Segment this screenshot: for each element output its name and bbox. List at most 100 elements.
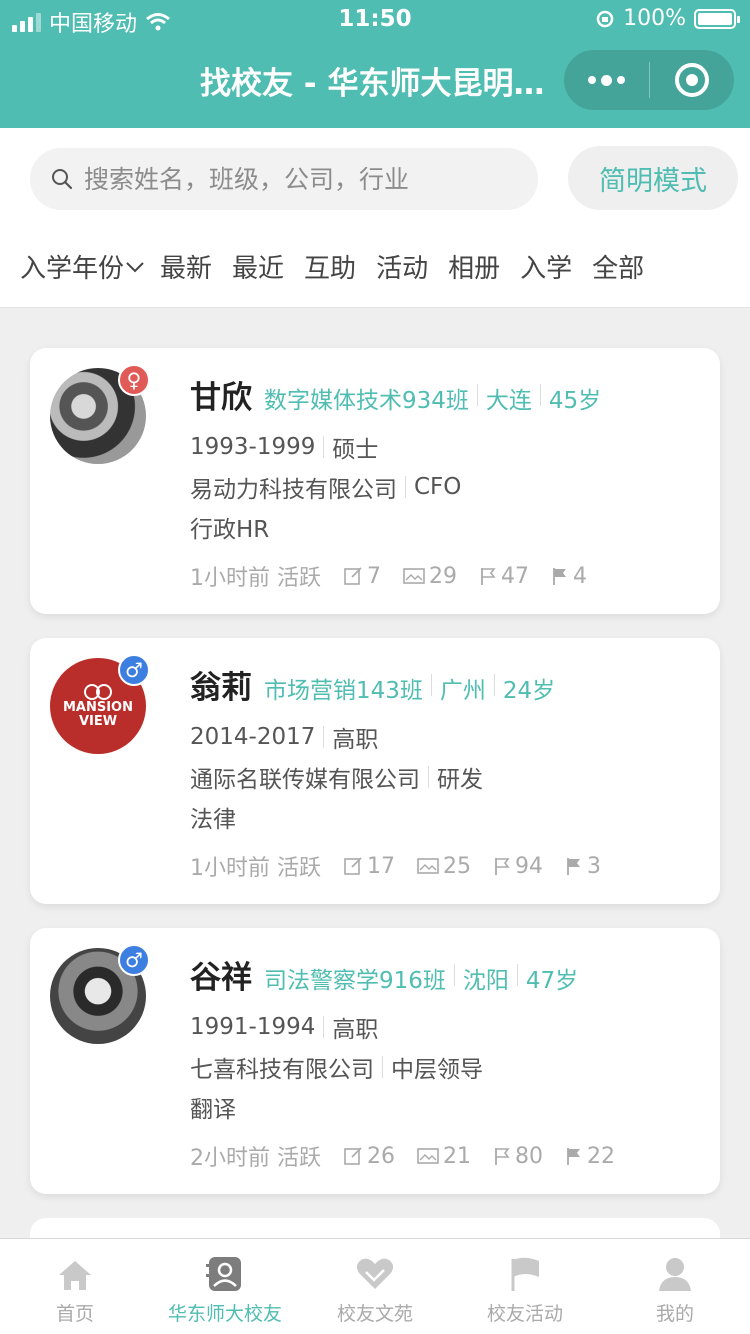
- photos-count: 25: [443, 853, 471, 879]
- study-years: 1993-1999: [190, 434, 316, 460]
- tab-home[interactable]: 首页: [0, 1239, 150, 1334]
- image-icon: [403, 568, 425, 584]
- alumni-name: 谷祥: [190, 960, 252, 996]
- contacts-icon: [206, 1257, 241, 1291]
- status-bar: 中国移动 11:50 100%: [0, 0, 750, 40]
- alumni-name: 甘欣: [190, 380, 252, 416]
- search-section: 简明模式 入学年份 最新 最近 互助 活动 相册 入学 全部: [0, 128, 750, 308]
- city-label: 广州: [439, 678, 486, 704]
- degree: 高职: [332, 1017, 379, 1043]
- last-active: 1小时前 活跃: [190, 566, 321, 591]
- simple-mode-button[interactable]: 简明模式: [568, 146, 738, 210]
- flag-filled-icon: [567, 858, 580, 875]
- photos-count: 21: [443, 1143, 471, 1169]
- tab-mine[interactable]: 我的: [600, 1239, 750, 1334]
- filter-enroll-year[interactable]: 入学年份: [20, 248, 146, 285]
- logo-mark-icon: [84, 684, 112, 700]
- class-label: 司法警察学916班: [264, 968, 446, 994]
- filter-enrollment[interactable]: 入学: [520, 248, 572, 285]
- last-active: 2小时前 活跃: [190, 1146, 321, 1171]
- position: 中层领导: [391, 1057, 483, 1083]
- company: 通际名联传媒有限公司: [190, 767, 420, 793]
- replies-count: 47: [501, 563, 529, 589]
- photos-count: 29: [429, 563, 457, 589]
- alumni-card[interactable]: ♂ 谷祥 司法警察学916班 沈阳 47岁 1991-1994 高职 七喜科技有…: [30, 928, 720, 1194]
- posts-count: 26: [367, 1143, 395, 1169]
- posts-count: 7: [367, 563, 381, 589]
- tab-alumni[interactable]: 华东师大校友: [150, 1239, 300, 1334]
- industry: 翻译: [190, 1097, 236, 1123]
- tab-label: 校友活动: [486, 1303, 563, 1325]
- edit-icon: [344, 1147, 362, 1165]
- flags-count: 3: [587, 853, 601, 879]
- female-icon: ♀: [118, 364, 150, 396]
- page-title: 找校友 - 华东师大昆明校友会: [200, 66, 550, 102]
- flag-filled-icon: [553, 568, 566, 585]
- bottom-tab-bar: 首页 华东师大校友 校友文苑 校友活动 我的: [0, 1238, 750, 1334]
- filter-activity[interactable]: 活动: [376, 248, 428, 285]
- filter-album[interactable]: 相册: [448, 248, 500, 285]
- replies-count: 94: [515, 853, 543, 879]
- filter-recent[interactable]: 最近: [232, 248, 284, 285]
- activity-stats: 1小时前 活跃 17 25 94 3: [190, 850, 623, 882]
- search-icon: [52, 169, 73, 190]
- industry: 法律: [190, 807, 236, 833]
- age-label: 45岁: [548, 388, 602, 414]
- filter-mutual-help[interactable]: 互助: [304, 248, 356, 285]
- alumni-name: 翁莉: [190, 670, 252, 706]
- top-navigation-bar: 中国移动 11:50 100% 找校友 - 华东师大昆明校友会: [0, 0, 750, 128]
- logo-text: VIEW: [78, 714, 118, 729]
- target-icon: [674, 63, 709, 97]
- flag-filled-icon: [567, 1148, 580, 1165]
- tab-literature[interactable]: 校友文苑: [300, 1239, 450, 1334]
- flags-count: 4: [573, 563, 587, 589]
- tab-activities[interactable]: 校友活动: [450, 1239, 600, 1334]
- class-label: 数字媒体技术934班: [264, 388, 469, 414]
- activity-stats: 2小时前 活跃 26 21 80 22: [190, 1140, 637, 1172]
- close-miniprogram-button[interactable]: [650, 50, 735, 110]
- alumni-card[interactable]: MANSION VIEW ♂ 翁莉 市场营销143班 广州 24岁 2014-2…: [30, 638, 720, 904]
- search-box[interactable]: [30, 148, 538, 210]
- posts-count: 17: [367, 853, 395, 879]
- battery-icon: [694, 8, 740, 29]
- replies-count: 80: [515, 1143, 543, 1169]
- filter-all[interactable]: 全部: [592, 248, 644, 285]
- company: 易动力科技有限公司: [190, 477, 397, 503]
- position: CFO: [414, 474, 462, 500]
- tab-label: 校友文苑: [336, 1303, 413, 1325]
- flags-count: 22: [587, 1143, 615, 1169]
- alumni-card[interactable]: ♀ 甘欣 数字媒体技术934班 大连 45岁 1993-1999 硕士 易动力科…: [30, 348, 720, 614]
- flag-outline-icon: [495, 1148, 510, 1165]
- last-active: 1小时前 活跃: [190, 856, 321, 881]
- logo-text: MANSION: [62, 700, 133, 715]
- male-icon: ♂: [118, 944, 150, 976]
- filter-latest[interactable]: 最新: [160, 248, 212, 285]
- class-label: 市场营销143班: [264, 678, 423, 704]
- position: 研发: [437, 767, 483, 793]
- more-button[interactable]: [564, 50, 649, 110]
- study-years: 1991-1994: [190, 1014, 316, 1040]
- degree: 硕士: [332, 437, 379, 463]
- tab-label: 首页: [55, 1303, 94, 1325]
- image-icon: [417, 858, 439, 874]
- user-icon: [659, 1258, 691, 1291]
- industry: 行政HR: [190, 517, 270, 543]
- heart-hands-icon: [356, 1258, 394, 1289]
- study-years: 2014-2017: [190, 724, 316, 750]
- age-label: 47岁: [525, 968, 579, 994]
- image-icon: [417, 1148, 439, 1164]
- male-icon: ♂: [118, 654, 150, 686]
- miniprogram-capsule: [564, 50, 734, 110]
- flag-outline-icon: [481, 568, 496, 585]
- filter-bar: 入学年份 最新 最近 互助 活动 相册 入学 全部: [20, 248, 664, 285]
- city-label: 大连: [485, 388, 532, 414]
- home-icon: [59, 1261, 91, 1290]
- rotation-lock-icon: [596, 10, 614, 27]
- battery-percent: 100%: [623, 6, 686, 31]
- search-input[interactable]: [84, 164, 504, 194]
- flag-icon: [511, 1257, 539, 1291]
- degree: 高职: [332, 727, 379, 753]
- edit-icon: [344, 567, 362, 585]
- activity-stats: 1小时前 活跃 7 29 47 4: [190, 560, 609, 592]
- tab-label: 华东师大校友: [167, 1303, 282, 1325]
